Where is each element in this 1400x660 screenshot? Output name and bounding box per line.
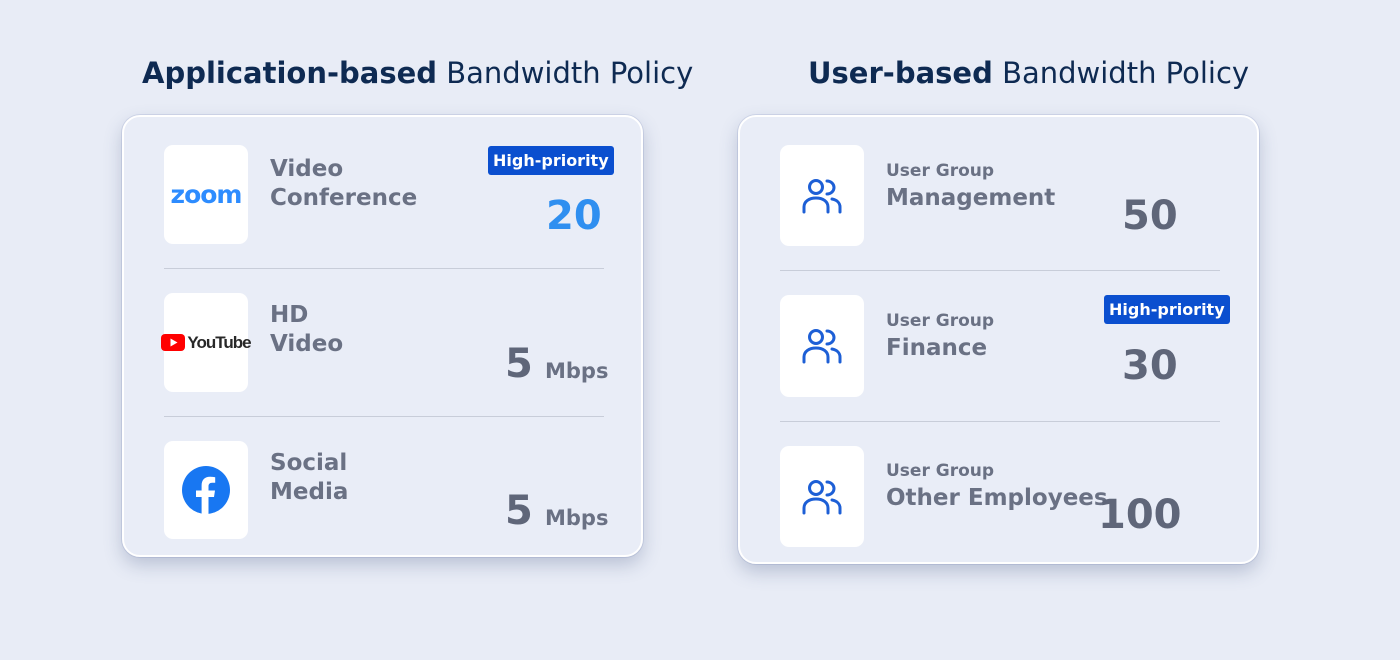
app-row-social-media[interactable]: Social Media 5 Mbps bbox=[164, 441, 608, 539]
user-policy-title-normal: Bandwidth Policy bbox=[1002, 56, 1250, 90]
app-row-hd-video[interactable]: YouTube HD Video 5 Mbps bbox=[161, 293, 608, 392]
youtube-logo: YouTube bbox=[161, 332, 252, 353]
user-group-icon bbox=[802, 178, 842, 213]
row-divider bbox=[780, 270, 1220, 271]
app-row-label-line2: Conference bbox=[270, 185, 418, 211]
user-group-sublabel: User Group bbox=[886, 461, 995, 481]
bandwidth-value: 20 bbox=[546, 193, 602, 239]
user-row-other-employees[interactable]: User Group Other Employees 100 bbox=[780, 446, 1220, 547]
row-divider bbox=[164, 416, 604, 417]
zoom-logo-box: zoom bbox=[164, 145, 248, 244]
bandwidth-value: 30 bbox=[1122, 343, 1178, 389]
bandwidth-unit: Mbps bbox=[545, 506, 609, 530]
high-priority-badge: High-priority bbox=[1104, 295, 1230, 324]
youtube-play-icon bbox=[161, 334, 186, 351]
app-policy-title-normal: Bandwidth Policy bbox=[446, 56, 694, 90]
zoom-logo: zoom bbox=[170, 180, 243, 209]
user-group-icon bbox=[802, 479, 842, 514]
app-row-label-line1: Video bbox=[270, 156, 344, 182]
user-group-icon bbox=[802, 329, 842, 364]
bandwidth-value: 100 bbox=[1098, 492, 1182, 538]
user-row-management[interactable]: User Group Management 50 bbox=[780, 145, 1220, 246]
app-row-label: HD Video bbox=[270, 301, 343, 359]
app-row-label: Social Media bbox=[270, 449, 348, 507]
app-row-label-line2: Media bbox=[270, 479, 349, 505]
app-row-label-line1: Social bbox=[270, 450, 348, 476]
value-clip: 50 bbox=[1120, 189, 1220, 245]
user-group-name: Management bbox=[886, 185, 1056, 211]
youtube-wordmark: YouTube bbox=[187, 332, 251, 352]
user-row-finance[interactable]: User Group Finance High-priority 30 bbox=[780, 295, 1230, 397]
value-clip: 30 bbox=[1120, 339, 1220, 395]
app-policy-card: zoom Video Conference High-priority 20 Y… bbox=[122, 115, 643, 557]
row-divider bbox=[164, 268, 604, 269]
user-group-name: Other Employees bbox=[886, 485, 1108, 511]
user-policy-title-bold: User-based bbox=[808, 56, 993, 90]
user-policy-title: User-based Bandwidth Policy bbox=[808, 56, 1249, 90]
app-policy-title-bold: Application-based bbox=[142, 56, 438, 90]
user-group-icon-box bbox=[780, 446, 864, 547]
value-clip: 100 bbox=[1096, 488, 1220, 544]
high-priority-badge: High-priority bbox=[488, 146, 614, 175]
bandwidth-unit: Mbps bbox=[545, 359, 609, 383]
bandwidth-value: 5 bbox=[505, 341, 533, 387]
user-group-sublabel: User Group bbox=[886, 311, 995, 331]
facebook-logo-box bbox=[164, 441, 248, 539]
row-divider bbox=[780, 421, 1220, 422]
youtube-logo-box: YouTube bbox=[161, 293, 252, 392]
user-group-name: Finance bbox=[886, 335, 988, 361]
app-row-label-line1: HD bbox=[270, 302, 309, 328]
app-row-label-line2: Video bbox=[270, 331, 344, 357]
facebook-icon bbox=[182, 466, 230, 514]
user-policy-card: User Group Management 50 User Group Fina… bbox=[738, 115, 1259, 564]
user-group-icon-box bbox=[780, 295, 864, 397]
app-row-label: Video Conference bbox=[270, 155, 417, 213]
user-group-icon-box bbox=[780, 145, 864, 246]
bandwidth-value: 5 bbox=[505, 488, 533, 534]
bandwidth-value: 50 bbox=[1122, 193, 1178, 239]
user-group-sublabel: User Group bbox=[886, 161, 995, 181]
app-row-video-conference[interactable]: zoom Video Conference High-priority 20 bbox=[164, 145, 614, 244]
app-policy-title: Application-based Bandwidth Policy bbox=[142, 56, 693, 90]
